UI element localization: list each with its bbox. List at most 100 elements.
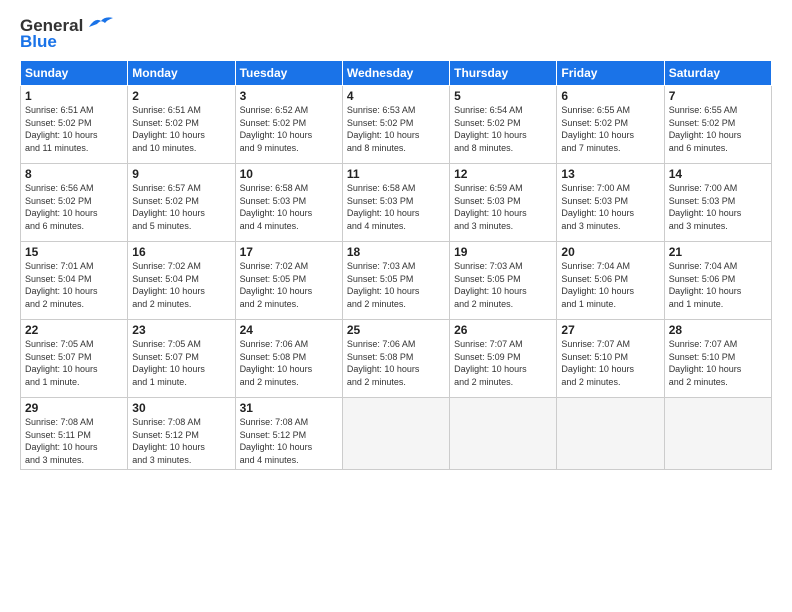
- weekday-header-friday: Friday: [557, 61, 664, 86]
- calendar-cell: 7Sunrise: 6:55 AM Sunset: 5:02 PM Daylig…: [664, 86, 771, 164]
- calendar-cell: 28Sunrise: 7:07 AM Sunset: 5:10 PM Dayli…: [664, 320, 771, 398]
- calendar-cell: 26Sunrise: 7:07 AM Sunset: 5:09 PM Dayli…: [450, 320, 557, 398]
- day-number: 27: [561, 323, 659, 337]
- calendar-cell: 6Sunrise: 6:55 AM Sunset: 5:02 PM Daylig…: [557, 86, 664, 164]
- day-number: 4: [347, 89, 445, 103]
- day-number: 26: [454, 323, 552, 337]
- day-number: 21: [669, 245, 767, 259]
- day-info: Sunrise: 7:05 AM Sunset: 5:07 PM Dayligh…: [25, 338, 123, 388]
- calendar-cell: 4Sunrise: 6:53 AM Sunset: 5:02 PM Daylig…: [342, 86, 449, 164]
- day-number: 7: [669, 89, 767, 103]
- day-info: Sunrise: 7:03 AM Sunset: 5:05 PM Dayligh…: [347, 260, 445, 310]
- day-info: Sunrise: 6:56 AM Sunset: 5:02 PM Dayligh…: [25, 182, 123, 232]
- day-info: Sunrise: 7:08 AM Sunset: 5:11 PM Dayligh…: [25, 416, 123, 466]
- header-row: SundayMondayTuesdayWednesdayThursdayFrid…: [21, 61, 772, 86]
- calendar-cell: 3Sunrise: 6:52 AM Sunset: 5:02 PM Daylig…: [235, 86, 342, 164]
- day-info: Sunrise: 7:00 AM Sunset: 5:03 PM Dayligh…: [669, 182, 767, 232]
- day-info: Sunrise: 6:54 AM Sunset: 5:02 PM Dayligh…: [454, 104, 552, 154]
- day-info: Sunrise: 6:57 AM Sunset: 5:02 PM Dayligh…: [132, 182, 230, 232]
- day-info: Sunrise: 7:04 AM Sunset: 5:06 PM Dayligh…: [561, 260, 659, 310]
- day-number: 13: [561, 167, 659, 181]
- calendar-cell: 9Sunrise: 6:57 AM Sunset: 5:02 PM Daylig…: [128, 164, 235, 242]
- calendar-cell: 18Sunrise: 7:03 AM Sunset: 5:05 PM Dayli…: [342, 242, 449, 320]
- calendar-cell: 15Sunrise: 7:01 AM Sunset: 5:04 PM Dayli…: [21, 242, 128, 320]
- day-info: Sunrise: 7:02 AM Sunset: 5:04 PM Dayligh…: [132, 260, 230, 310]
- logo: General Blue: [20, 16, 113, 52]
- day-number: 15: [25, 245, 123, 259]
- weekday-header-wednesday: Wednesday: [342, 61, 449, 86]
- weekday-header-monday: Monday: [128, 61, 235, 86]
- calendar-table: SundayMondayTuesdayWednesdayThursdayFrid…: [20, 60, 772, 470]
- weekday-header-thursday: Thursday: [450, 61, 557, 86]
- calendar-cell: 22Sunrise: 7:05 AM Sunset: 5:07 PM Dayli…: [21, 320, 128, 398]
- calendar-cell: [342, 398, 449, 470]
- calendar-cell: 17Sunrise: 7:02 AM Sunset: 5:05 PM Dayli…: [235, 242, 342, 320]
- day-number: 24: [240, 323, 338, 337]
- calendar-cell: 5Sunrise: 6:54 AM Sunset: 5:02 PM Daylig…: [450, 86, 557, 164]
- day-info: Sunrise: 7:07 AM Sunset: 5:10 PM Dayligh…: [669, 338, 767, 388]
- day-number: 28: [669, 323, 767, 337]
- calendar-cell: [557, 398, 664, 470]
- day-number: 1: [25, 89, 123, 103]
- day-number: 16: [132, 245, 230, 259]
- header: General Blue: [20, 16, 772, 52]
- calendar-cell: 1Sunrise: 6:51 AM Sunset: 5:02 PM Daylig…: [21, 86, 128, 164]
- calendar-cell: [664, 398, 771, 470]
- calendar-cell: 31Sunrise: 7:08 AM Sunset: 5:12 PM Dayli…: [235, 398, 342, 470]
- day-number: 6: [561, 89, 659, 103]
- day-number: 8: [25, 167, 123, 181]
- day-number: 3: [240, 89, 338, 103]
- calendar-cell: 27Sunrise: 7:07 AM Sunset: 5:10 PM Dayli…: [557, 320, 664, 398]
- day-number: 19: [454, 245, 552, 259]
- day-number: 31: [240, 401, 338, 415]
- day-info: Sunrise: 6:58 AM Sunset: 5:03 PM Dayligh…: [240, 182, 338, 232]
- page: General Blue SundayMondayTuesdayWednesda…: [0, 0, 792, 480]
- day-number: 29: [25, 401, 123, 415]
- day-number: 5: [454, 89, 552, 103]
- calendar-cell: 2Sunrise: 6:51 AM Sunset: 5:02 PM Daylig…: [128, 86, 235, 164]
- weekday-header-sunday: Sunday: [21, 61, 128, 86]
- day-info: Sunrise: 6:51 AM Sunset: 5:02 PM Dayligh…: [25, 104, 123, 154]
- day-info: Sunrise: 7:01 AM Sunset: 5:04 PM Dayligh…: [25, 260, 123, 310]
- calendar-cell: 21Sunrise: 7:04 AM Sunset: 5:06 PM Dayli…: [664, 242, 771, 320]
- calendar-cell: 19Sunrise: 7:03 AM Sunset: 5:05 PM Dayli…: [450, 242, 557, 320]
- calendar-cell: 20Sunrise: 7:04 AM Sunset: 5:06 PM Dayli…: [557, 242, 664, 320]
- day-info: Sunrise: 7:03 AM Sunset: 5:05 PM Dayligh…: [454, 260, 552, 310]
- calendar-cell: 8Sunrise: 6:56 AM Sunset: 5:02 PM Daylig…: [21, 164, 128, 242]
- calendar-cell: 25Sunrise: 7:06 AM Sunset: 5:08 PM Dayli…: [342, 320, 449, 398]
- day-number: 30: [132, 401, 230, 415]
- day-info: Sunrise: 6:52 AM Sunset: 5:02 PM Dayligh…: [240, 104, 338, 154]
- day-info: Sunrise: 6:59 AM Sunset: 5:03 PM Dayligh…: [454, 182, 552, 232]
- day-info: Sunrise: 7:08 AM Sunset: 5:12 PM Dayligh…: [240, 416, 338, 466]
- day-info: Sunrise: 7:08 AM Sunset: 5:12 PM Dayligh…: [132, 416, 230, 466]
- logo-bird-icon: [85, 15, 113, 33]
- day-info: Sunrise: 6:55 AM Sunset: 5:02 PM Dayligh…: [669, 104, 767, 154]
- weekday-header-tuesday: Tuesday: [235, 61, 342, 86]
- day-info: Sunrise: 7:04 AM Sunset: 5:06 PM Dayligh…: [669, 260, 767, 310]
- day-number: 25: [347, 323, 445, 337]
- day-number: 10: [240, 167, 338, 181]
- calendar-cell: 24Sunrise: 7:06 AM Sunset: 5:08 PM Dayli…: [235, 320, 342, 398]
- calendar-cell: 10Sunrise: 6:58 AM Sunset: 5:03 PM Dayli…: [235, 164, 342, 242]
- calendar-cell: 13Sunrise: 7:00 AM Sunset: 5:03 PM Dayli…: [557, 164, 664, 242]
- day-number: 18: [347, 245, 445, 259]
- weekday-header-saturday: Saturday: [664, 61, 771, 86]
- calendar-cell: 11Sunrise: 6:58 AM Sunset: 5:03 PM Dayli…: [342, 164, 449, 242]
- logo-blue: Blue: [20, 32, 57, 52]
- day-info: Sunrise: 6:53 AM Sunset: 5:02 PM Dayligh…: [347, 104, 445, 154]
- day-number: 20: [561, 245, 659, 259]
- day-info: Sunrise: 7:06 AM Sunset: 5:08 PM Dayligh…: [347, 338, 445, 388]
- day-info: Sunrise: 6:51 AM Sunset: 5:02 PM Dayligh…: [132, 104, 230, 154]
- day-number: 14: [669, 167, 767, 181]
- day-number: 23: [132, 323, 230, 337]
- day-number: 17: [240, 245, 338, 259]
- day-info: Sunrise: 7:00 AM Sunset: 5:03 PM Dayligh…: [561, 182, 659, 232]
- calendar-cell: 23Sunrise: 7:05 AM Sunset: 5:07 PM Dayli…: [128, 320, 235, 398]
- calendar-cell: 16Sunrise: 7:02 AM Sunset: 5:04 PM Dayli…: [128, 242, 235, 320]
- day-number: 12: [454, 167, 552, 181]
- calendar-cell: 30Sunrise: 7:08 AM Sunset: 5:12 PM Dayli…: [128, 398, 235, 470]
- day-number: 2: [132, 89, 230, 103]
- calendar-cell: [450, 398, 557, 470]
- calendar-cell: 29Sunrise: 7:08 AM Sunset: 5:11 PM Dayli…: [21, 398, 128, 470]
- day-info: Sunrise: 7:06 AM Sunset: 5:08 PM Dayligh…: [240, 338, 338, 388]
